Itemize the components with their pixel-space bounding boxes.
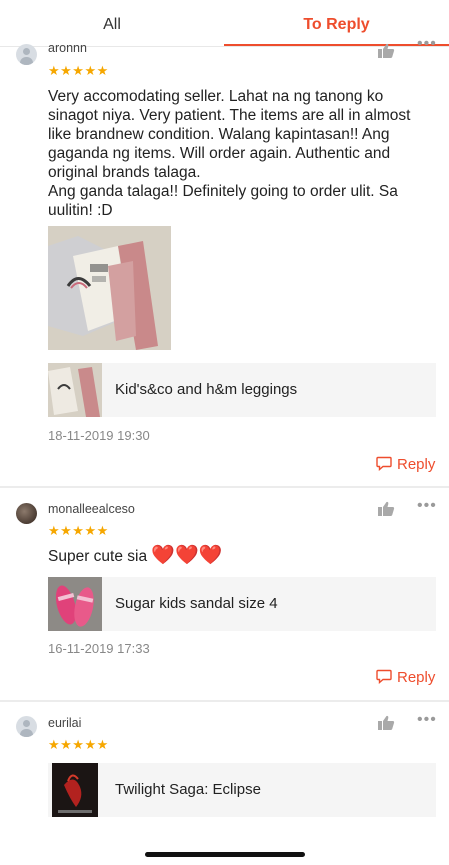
reply-label: Reply bbox=[397, 669, 436, 686]
review-text-line: Very accomodating seller. Lahat na ng ta… bbox=[48, 88, 384, 105]
product-thumbnail bbox=[48, 763, 102, 817]
reply-button[interactable]: Reply bbox=[376, 456, 435, 473]
review-text-content: Super cute sia bbox=[48, 548, 148, 565]
reply-button[interactable]: Reply bbox=[376, 669, 435, 686]
review-username: monalleealceso bbox=[48, 502, 135, 516]
review-text-line: original brands talaga. bbox=[48, 164, 201, 181]
avatar-icon bbox=[16, 716, 37, 737]
like-icon[interactable] bbox=[377, 501, 395, 517]
review-text-line: gaganda ng items. Will order again. Auth… bbox=[48, 145, 391, 162]
heart-emoji: ❤️❤️❤️ bbox=[151, 545, 223, 566]
review-text: Super cute sia ❤️❤️❤️ bbox=[48, 545, 433, 568]
review-card: monalleealceso ••• ★★★★★ Super cute sia … bbox=[0, 488, 449, 700]
product-name: Twilight Saga: Eclipse bbox=[115, 781, 261, 798]
rating-stars: ★★★★★ bbox=[48, 737, 109, 752]
review-text-line: Ang ganda talaga!! Definitely going to o… bbox=[48, 183, 398, 200]
product-thumbnail bbox=[48, 363, 102, 417]
review-username: eurilai bbox=[48, 716, 82, 730]
review-text: Very accomodating seller. Lahat na ng ta… bbox=[48, 87, 433, 220]
review-card: aronnn ••• ★★★★★ Very accomodating selle… bbox=[0, 35, 449, 485]
product-thumbnail bbox=[48, 577, 102, 631]
review-date: 18-11-2019 19:30 bbox=[48, 428, 150, 443]
review-date: 16-11-2019 17:33 bbox=[48, 641, 150, 656]
avatar-icon bbox=[16, 44, 37, 65]
review-text-line: like brandnew condition. Walang kapintas… bbox=[48, 126, 390, 143]
review-text-line: uulitin! :D bbox=[48, 202, 113, 219]
tab-bar: All To Reply bbox=[0, 0, 449, 46]
avatar-icon bbox=[16, 503, 37, 524]
more-icon[interactable]: ••• bbox=[417, 497, 437, 515]
reply-icon bbox=[376, 456, 392, 471]
product-item[interactable]: Twilight Saga: Eclipse bbox=[48, 763, 436, 817]
more-icon[interactable]: ••• bbox=[417, 711, 437, 729]
like-icon[interactable] bbox=[377, 43, 395, 59]
product-item[interactable]: Sugar kids sandal size 4 bbox=[48, 577, 436, 631]
rating-stars: ★★★★★ bbox=[48, 63, 109, 78]
review-text-line: sinagot niya. Very patient. The items ar… bbox=[48, 107, 411, 124]
tab-all[interactable]: All bbox=[0, 0, 224, 46]
review-username: aronnn bbox=[48, 41, 87, 55]
rating-stars: ★★★★★ bbox=[48, 523, 109, 538]
product-item[interactable]: Kid's&co and h&m leggings bbox=[48, 363, 436, 417]
home-indicator[interactable] bbox=[145, 852, 305, 857]
reply-icon bbox=[376, 669, 392, 684]
reply-label: Reply bbox=[397, 456, 436, 473]
product-name: Sugar kids sandal size 4 bbox=[115, 595, 278, 612]
review-photo[interactable] bbox=[48, 226, 171, 350]
review-card: eurilai ••• ★★★★★ Twilight Saga: Eclipse bbox=[0, 702, 449, 865]
tab-to-reply[interactable]: To Reply bbox=[224, 0, 449, 46]
like-icon[interactable] bbox=[377, 715, 395, 731]
product-name: Kid's&co and h&m leggings bbox=[115, 381, 298, 398]
more-icon[interactable]: ••• bbox=[417, 35, 437, 53]
